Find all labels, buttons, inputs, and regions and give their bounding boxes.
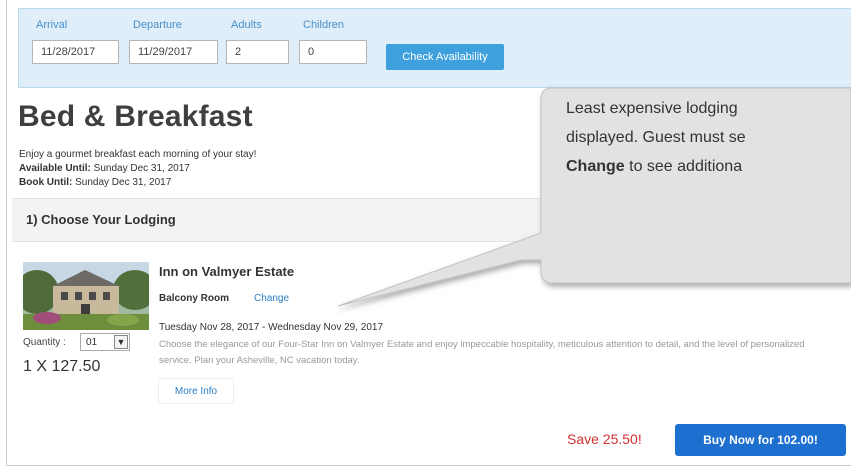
buy-now-button[interactable]: Buy Now for 102.00!: [675, 424, 846, 456]
quantity-label: Quantity :: [23, 337, 66, 348]
lodging-name: Inn on Valmyer Estate: [159, 264, 295, 279]
page-title: Bed & Breakfast: [18, 100, 253, 133]
lodging-description: Choose the elegance of our Four-Star Inn…: [159, 339, 805, 366]
arrival-date-input[interactable]: 11/28/2017: [32, 40, 119, 64]
check-availability-button[interactable]: Check Availability: [386, 44, 504, 70]
stay-dates: Tuesday Nov 28, 2017 - Wednesday Nov 29,…: [159, 322, 384, 333]
callout-line-1: Least expensive lodging: [566, 100, 738, 117]
lodging-photo[interactable]: [23, 262, 149, 330]
availability-search-bar: Arrival 11/28/2017 Departure 11/29/2017 …: [18, 8, 851, 88]
callout-text: Least expensive lodging displayed. Guest…: [566, 94, 851, 181]
choose-lodging-section-header: 1) Choose Your Lodging: [12, 198, 851, 242]
room-type: Balcony Room: [159, 293, 230, 304]
callout-line-3-rest: to see additiona: [624, 158, 743, 175]
callout-line-2: displayed. Guest must se: [566, 129, 746, 146]
change-room-link[interactable]: Change: [254, 293, 289, 304]
more-info-button[interactable]: More Info: [158, 378, 234, 404]
available-until: Available Until: Sunday Dec 31, 2017: [19, 163, 190, 174]
price-line: 1 X 127.50: [23, 358, 101, 375]
children-label: Children: [303, 19, 344, 31]
book-until: Book Until: Sunday Dec 31, 2017: [19, 177, 171, 188]
quantity-value: 01: [86, 337, 98, 348]
adults-input[interactable]: 2: [226, 40, 289, 64]
chevron-down-icon[interactable]: ▼: [114, 335, 128, 349]
quantity-select[interactable]: 01 ▼: [80, 333, 130, 351]
callout-change-word: Change: [566, 158, 625, 175]
available-until-value: Sunday Dec 31, 2017: [90, 163, 190, 174]
adults-label: Adults: [231, 19, 262, 31]
package-description: Enjoy a gourmet breakfast each morning o…: [19, 149, 257, 160]
departure-date-input[interactable]: 11/29/2017: [129, 40, 218, 64]
callout-line-3: Change to see additiona: [566, 152, 851, 181]
available-until-label: Available Until:: [19, 163, 91, 174]
section-title: 1) Choose Your Lodging: [26, 212, 176, 227]
children-input[interactable]: 0: [299, 40, 367, 64]
arrival-label: Arrival: [36, 19, 68, 31]
savings-text: Save 25.50!: [567, 431, 642, 447]
book-until-value: Sunday Dec 31, 2017: [72, 177, 172, 188]
book-until-label: Book Until:: [19, 177, 73, 188]
departure-label: Departure: [133, 19, 182, 31]
